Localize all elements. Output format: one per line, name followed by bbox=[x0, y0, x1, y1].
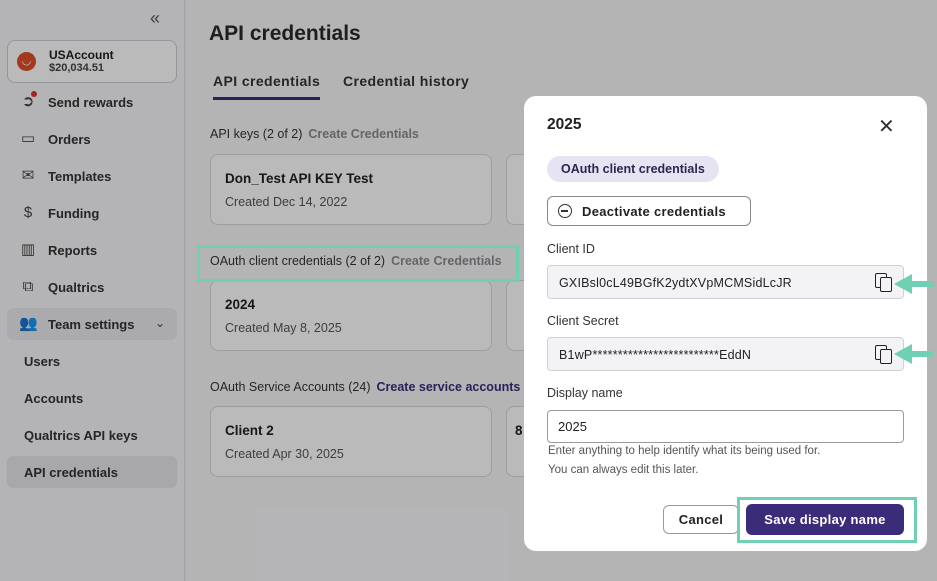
client-id-label: Client ID bbox=[547, 242, 595, 256]
close-icon[interactable]: ✕ bbox=[878, 114, 895, 139]
display-name-help: You can always edit this later. bbox=[548, 464, 699, 476]
client-id-value: GXIBsl0cL49BGfK2ydtXVpMCMSidLcJR bbox=[559, 276, 792, 290]
cancel-button[interactable]: Cancel bbox=[663, 505, 739, 534]
client-secret-label: Client Secret bbox=[547, 314, 619, 328]
annotation-highlight-box bbox=[737, 497, 917, 543]
deactivate-credentials-button[interactable]: Deactivate credentials bbox=[547, 196, 751, 226]
button-label: Deactivate credentials bbox=[582, 204, 726, 219]
display-name-help: Enter anything to help identify what its… bbox=[548, 445, 821, 457]
credential-detail-dialog: 2025 ✕ OAuth client credentials Deactiva… bbox=[524, 96, 927, 551]
display-name-input[interactable] bbox=[547, 410, 904, 443]
annotation-arrow-icon bbox=[894, 344, 934, 364]
annotation-highlight-box bbox=[197, 245, 519, 282]
client-secret-field: B1wP*************************EddN bbox=[547, 337, 904, 371]
annotation-arrow-icon bbox=[894, 274, 934, 294]
client-secret-value: B1wP*************************EddN bbox=[559, 348, 752, 362]
minus-circle-icon bbox=[558, 204, 572, 218]
copy-icon[interactable] bbox=[875, 345, 893, 365]
display-name-label: Display name bbox=[547, 386, 623, 400]
copy-icon[interactable] bbox=[875, 273, 893, 293]
credential-type-chip: OAuth client credentials bbox=[547, 156, 719, 182]
client-id-field: GXIBsl0cL49BGfK2ydtXVpMCMSidLcJR bbox=[547, 265, 904, 299]
dialog-title: 2025 bbox=[547, 116, 582, 133]
